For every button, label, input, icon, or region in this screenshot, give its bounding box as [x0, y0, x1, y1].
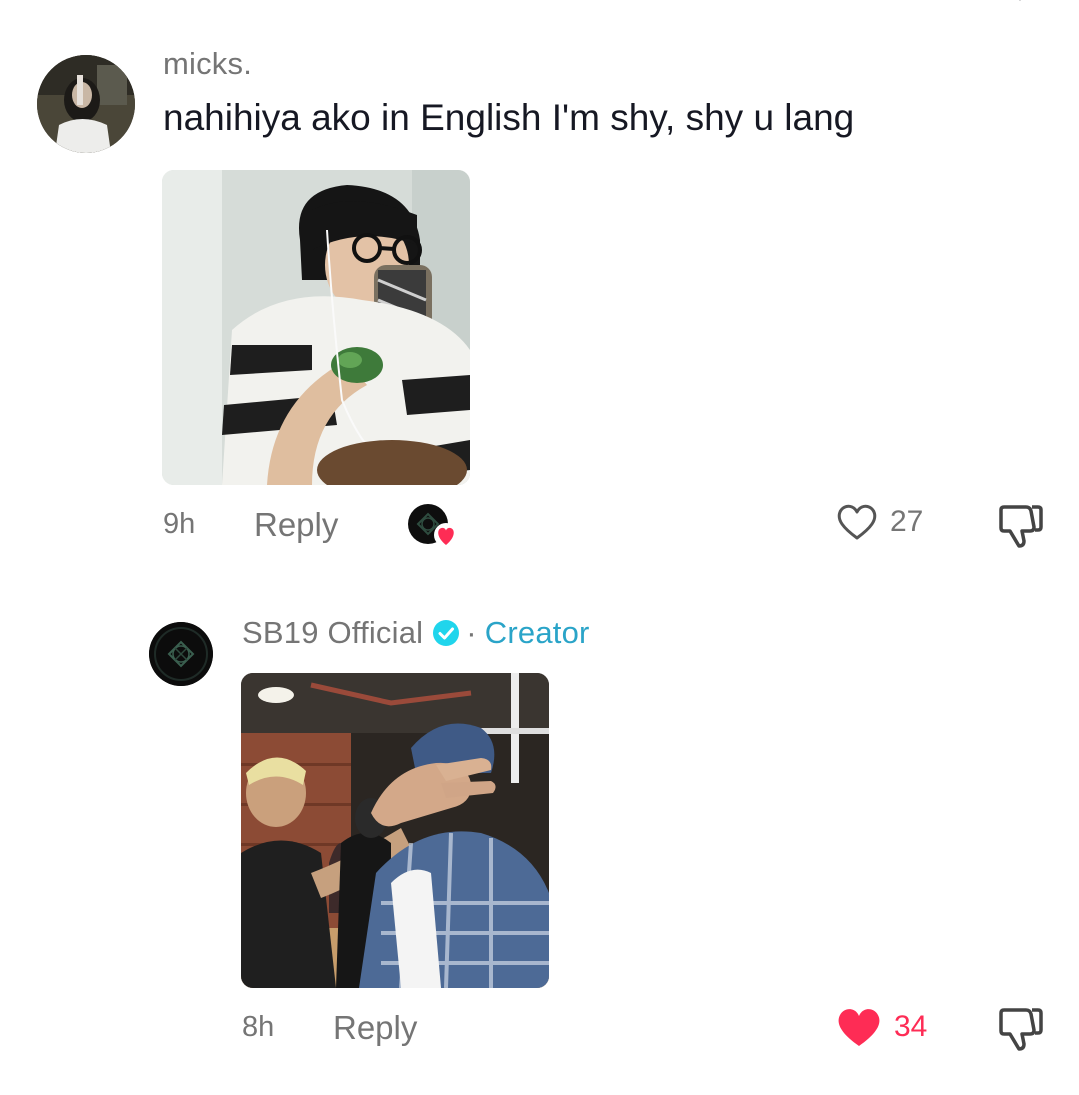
thumbs-down-icon[interactable]	[996, 1006, 1044, 1052]
creator-liked-avatar-icon	[406, 502, 462, 550]
thumbs-down-icon[interactable]	[996, 503, 1044, 549]
comment-like-button[interactable]: 27	[836, 503, 923, 541]
heart-filled-icon[interactable]	[836, 1006, 882, 1048]
reply-like-count: 34	[894, 1010, 928, 1043]
commenter-avatar[interactable]	[37, 55, 135, 153]
reply-timestamp: 8h	[242, 1011, 275, 1043]
reply-like-button[interactable]: 34	[836, 1006, 927, 1048]
comment-like-count: 27	[890, 505, 924, 538]
reply-reply-button[interactable]: Reply	[333, 1009, 417, 1047]
reply-photo[interactable]	[241, 673, 549, 988]
close-icon[interactable]	[1000, 0, 1040, 8]
username-separator: ·	[466, 615, 477, 650]
heart-outline-icon[interactable]	[836, 503, 878, 541]
creator-badge: Creator	[484, 615, 590, 650]
reply-username[interactable]: SB19 Official	[242, 615, 423, 651]
comment-text: nahihiya ako in English I'm shy, shy u l…	[163, 97, 855, 138]
verified-badge-icon	[433, 620, 460, 646]
creator-avatar[interactable]	[149, 622, 213, 686]
comment-timestamp: 9h	[163, 508, 196, 540]
comment-username[interactable]: micks.	[163, 46, 252, 82]
reply-username-row: SB19 Official · Creator	[242, 615, 590, 651]
comment-reply-button[interactable]: Reply	[254, 506, 338, 544]
comment-sticker-image[interactable]	[162, 170, 470, 485]
